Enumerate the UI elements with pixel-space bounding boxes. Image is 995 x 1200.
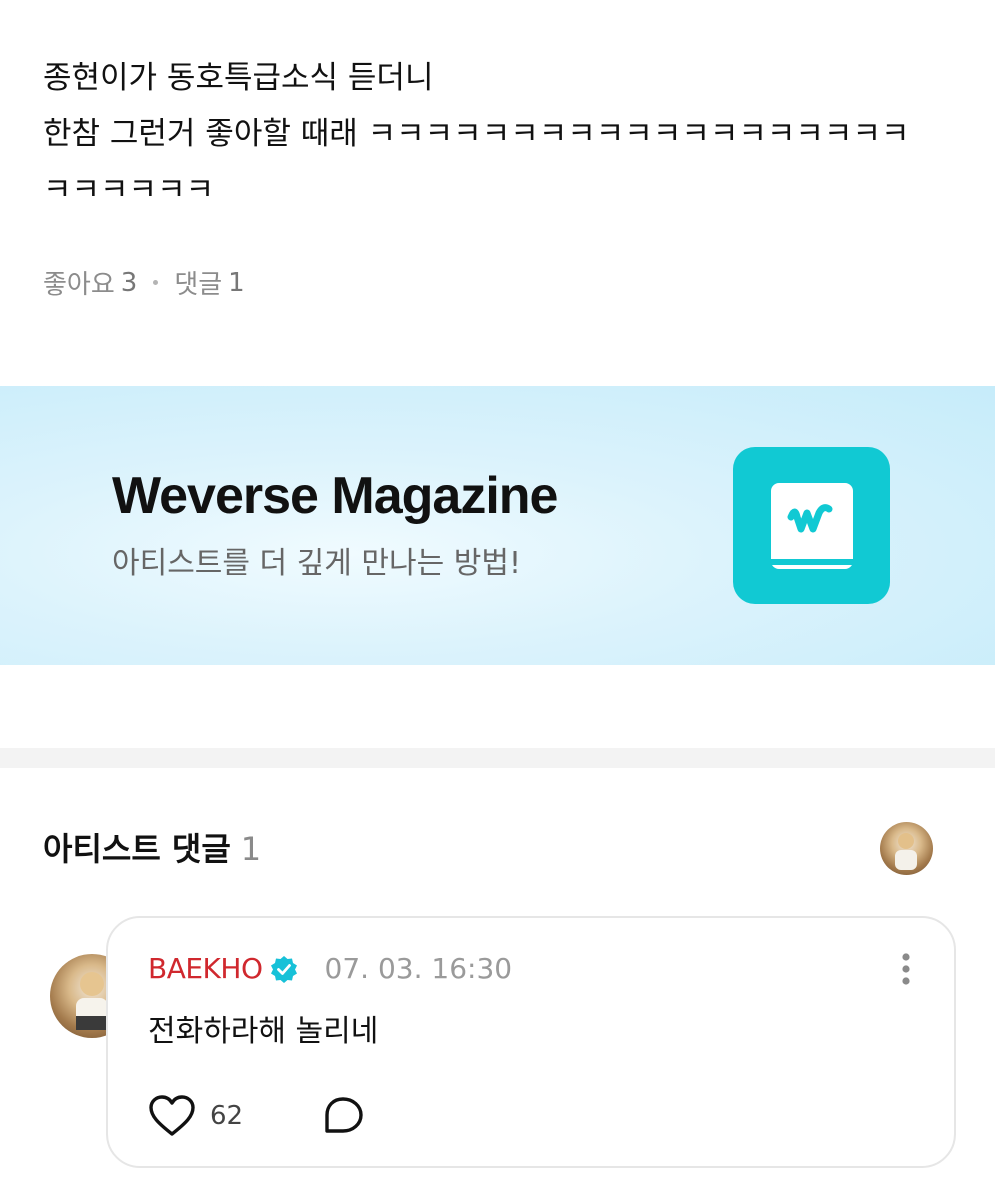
reply-bubble-icon[interactable] — [321, 1095, 365, 1137]
post-body: 종현이가 동호특급소식 듣더니 한참 그런거 좋아할 때래 ㅋㅋㅋㅋㅋㅋㅋㅋㅋㅋ… — [43, 50, 953, 218]
comment-timestamp: 07. 03. 16:30 — [324, 952, 513, 985]
artist-comments-title: 아티스트 댓글 — [43, 830, 231, 868]
comments-count[interactable]: 1 — [228, 268, 245, 298]
like-count: 62 — [210, 1101, 244, 1131]
more-options-icon[interactable] — [900, 952, 912, 986]
page: 종현이가 동호특급소식 듣더니 한참 그런거 좋아할 때래 ㅋㅋㅋㅋㅋㅋㅋㅋㅋㅋ… — [0, 0, 995, 1200]
post-line: 한참 그런거 좋아할 때래 ㅋㅋㅋㅋㅋㅋㅋㅋㅋㅋㅋㅋㅋㅋㅋㅋㅋㅋㅋ — [43, 116, 910, 152]
section-divider — [0, 748, 995, 768]
artist-comments-heading: 아티스트 댓글 1 — [43, 824, 261, 870]
comment-text: 전화하라해 놀리네 — [148, 1014, 379, 1049]
artist-comments-count: 1 — [240, 830, 262, 868]
heart-icon[interactable] — [148, 1094, 196, 1138]
post-stats: 좋아요 3 댓글 1 — [43, 264, 245, 301]
comments-label[interactable]: 댓글 — [174, 264, 222, 301]
banner-title: Weverse Magazine — [112, 467, 558, 525]
comment-header: BAEKHO 07. 03. 16:30 — [148, 952, 512, 985]
weverse-magazine-book-icon — [733, 447, 890, 604]
comment-author[interactable]: BAEKHO — [148, 952, 263, 985]
comment-card: BAEKHO 07. 03. 16:30 전화하라해 놀리네 62 — [106, 916, 956, 1168]
post-line: ㅋㅋㅋㅋㅋㅋ — [43, 172, 215, 208]
weverse-magazine-banner[interactable]: Weverse Magazine 아티스트를 더 깊게 만나는 방법! — [0, 386, 995, 665]
artist-avatar-small[interactable] — [880, 822, 933, 875]
post-line: 종현이가 동호특급소식 듣더니 — [43, 60, 434, 96]
likes-count[interactable]: 3 — [121, 268, 138, 298]
separator-dot — [153, 280, 159, 285]
verified-badge-icon — [270, 955, 297, 983]
likes-label[interactable]: 좋아요 — [43, 264, 115, 301]
comment-actions: 62 — [148, 1094, 365, 1138]
banner-subtitle: 아티스트를 더 깊게 만나는 방법! — [112, 546, 521, 581]
